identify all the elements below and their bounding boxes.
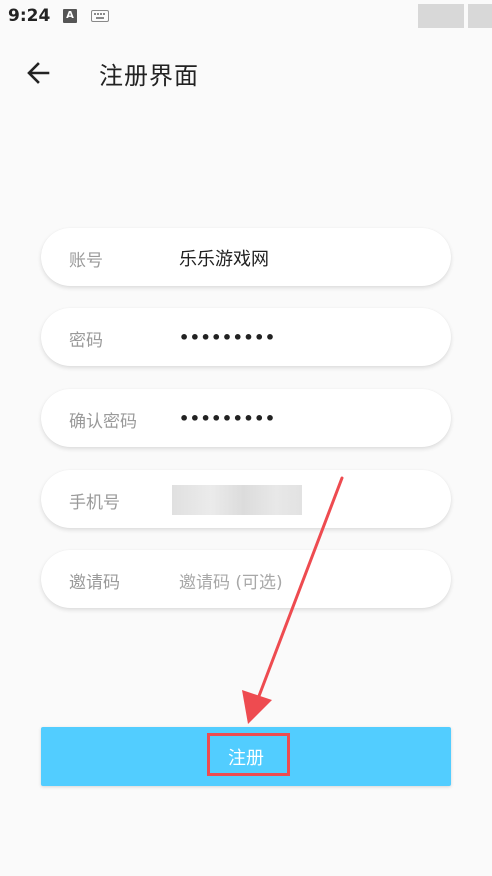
a-icon: A: [63, 9, 77, 23]
status-time: 9:24: [8, 6, 51, 26]
page-title: 注册界面: [99, 62, 199, 90]
account-label: 账号: [69, 251, 103, 271]
confirm-password-label: 确认密码: [69, 412, 137, 432]
phone-label: 手机号: [69, 493, 120, 513]
account-field[interactable]: 账号 乐乐游戏网: [41, 228, 451, 286]
status-icons-blurred: [468, 4, 492, 28]
phone-input-blurred[interactable]: [172, 485, 302, 515]
keyboard-icon: [91, 10, 109, 22]
arrow-left-icon: [27, 62, 50, 84]
confirm-password-field[interactable]: 确认密码 •••••••••: [41, 389, 451, 447]
invite-code-label: 邀请码: [69, 573, 120, 593]
invite-code-field[interactable]: 邀请码 邀请码 (可选): [41, 550, 451, 608]
back-button[interactable]: [20, 56, 56, 92]
status-bar: 9:24 A: [0, 0, 492, 34]
app-bar: 注册界面: [0, 46, 492, 100]
password-field[interactable]: 密码 •••••••••: [41, 308, 451, 366]
annotation-highlight-box: [207, 733, 290, 776]
invite-code-input[interactable]: 邀请码 (可选): [179, 568, 283, 593]
confirm-password-input[interactable]: •••••••••: [179, 409, 276, 428]
password-label: 密码: [69, 331, 103, 351]
register-screen: 9:24 A 注册界面 账号 乐乐游戏网 密码 ••••••••• 确认密码 •…: [0, 0, 492, 876]
password-input[interactable]: •••••••••: [179, 328, 276, 347]
phone-field[interactable]: 手机号: [41, 470, 451, 528]
status-icons-blurred: [418, 4, 464, 28]
account-input[interactable]: 乐乐游戏网: [179, 245, 269, 271]
